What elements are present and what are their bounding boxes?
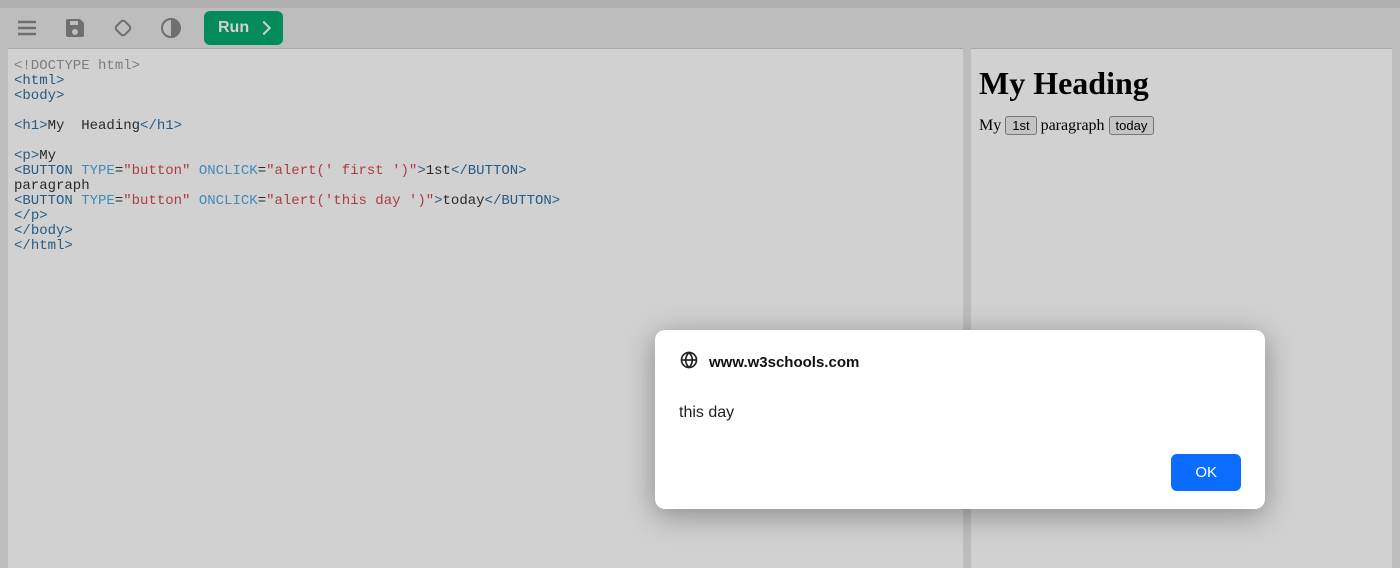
preview-text-2: paragraph (1041, 117, 1105, 135)
save-icon[interactable] (60, 13, 90, 43)
ok-button[interactable]: OK (1171, 454, 1241, 491)
preview-button-today[interactable]: today (1109, 116, 1155, 135)
preview-paragraph: My 1st paragraph today (979, 116, 1384, 135)
rotate-icon[interactable] (108, 13, 138, 43)
preview-text-1: My (979, 117, 1001, 135)
toolbar: Run (0, 8, 1400, 48)
theme-icon[interactable] (156, 13, 186, 43)
preview-button-1st[interactable]: 1st (1005, 116, 1036, 135)
alert-dialog-header: www.w3schools.com (679, 350, 1241, 374)
globe-icon (679, 350, 699, 374)
alert-dialog: www.w3schools.com this day OK (655, 330, 1265, 509)
menu-icon[interactable] (12, 13, 42, 43)
chevron-right-icon (257, 21, 271, 35)
alert-origin: www.w3schools.com (709, 354, 859, 371)
alert-actions: OK (679, 454, 1241, 491)
run-button-label: Run (218, 19, 249, 37)
app-root: Run <!DOCTYPE html> <html> <body> <h1>My… (0, 0, 1400, 568)
tab-strip (0, 0, 1400, 8)
preview-heading: My Heading (979, 65, 1384, 102)
code-doctype: <!DOCTYPE html> (14, 58, 140, 74)
run-button[interactable]: Run (204, 11, 283, 45)
alert-message: this day (679, 404, 1241, 422)
